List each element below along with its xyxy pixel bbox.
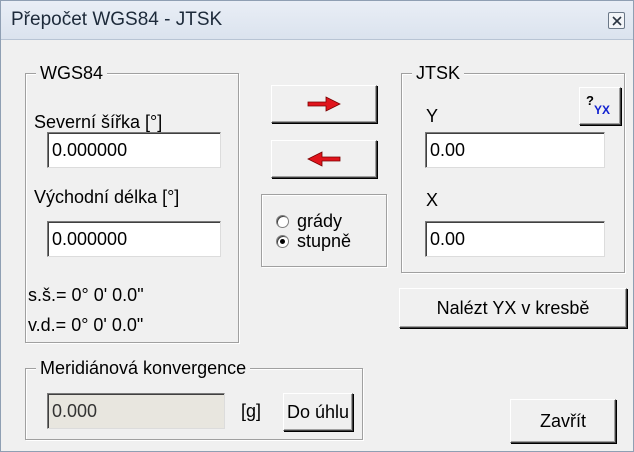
latitude-dms-text: s.š.= 0° 0' 0.0" [28, 285, 144, 305]
close-x-icon [612, 16, 622, 26]
radio-grady-label: grády [297, 211, 343, 231]
latitude-input[interactable]: 0.000000 [47, 132, 221, 168]
radio-stupne-circle[interactable] [276, 234, 289, 248]
svg-text:YX: YX [594, 103, 610, 117]
swap-yx-button[interactable]: ? YX [579, 87, 621, 125]
close-button[interactable]: Zavřít [510, 399, 616, 443]
convergence-legend: Meridiánová konvergence [36, 357, 251, 379]
red-left-arrow-icon [307, 151, 341, 167]
jtsk-legend: JTSK [412, 62, 465, 84]
x-label: X [426, 190, 439, 210]
svg-text:?: ? [586, 94, 594, 108]
radio-stupne-label: stupně [297, 231, 352, 251]
dialog-window: Přepočet WGS84 - JTSK WGS84 Severní šířk… [0, 0, 634, 452]
find-yx-in-drawing-button[interactable]: Nalézt YX v kresbě [399, 288, 627, 328]
y-label: Y [426, 106, 439, 126]
help-yx-icon: ? YX [586, 94, 610, 117]
convergence-value-field: 0.000 [47, 393, 225, 429]
to-angle-button[interactable]: Do úhlu [283, 393, 353, 431]
wgs84-legend: WGS84 [36, 62, 108, 84]
radio-grady[interactable]: grády [276, 210, 342, 232]
convert-to-wgs84-button[interactable] [271, 140, 377, 178]
title-bar: Přepočet WGS84 - JTSK [1, 1, 633, 40]
red-right-arrow-icon [307, 96, 341, 112]
window-title: Přepočet WGS84 - JTSK [11, 9, 223, 30]
convergence-unit-label: [g] [241, 401, 262, 421]
radio-grady-circle[interactable] [276, 214, 289, 228]
longitude-label: Východní délka [°] [34, 187, 180, 207]
longitude-dms-text: v.d.= 0° 0' 0.0" [28, 315, 144, 335]
y-input[interactable]: 0.00 [425, 132, 605, 168]
close-window-button[interactable] [608, 12, 625, 29]
longitude-input[interactable]: 0.000000 [47, 221, 221, 257]
radio-stupne[interactable]: stupně [276, 230, 351, 252]
convert-to-jtsk-button[interactable] [271, 85, 377, 123]
x-input[interactable]: 0.00 [425, 221, 605, 257]
latitude-label: Severní šířka [°] [34, 112, 163, 132]
